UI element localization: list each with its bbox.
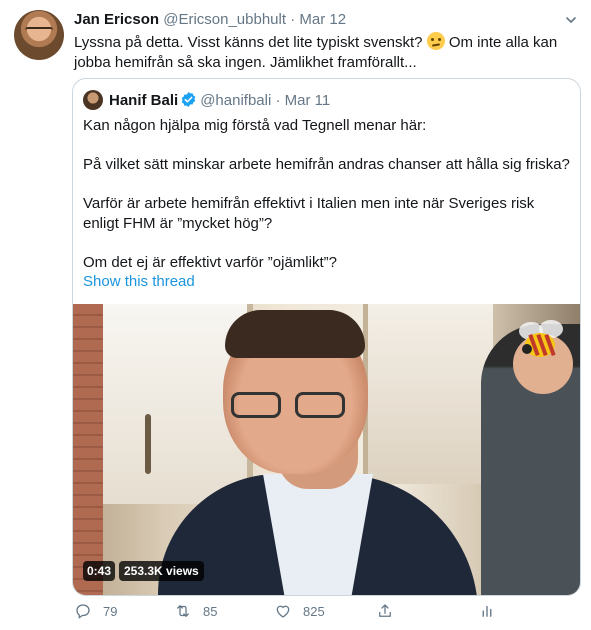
like-button[interactable]: 825 bbox=[274, 600, 325, 622]
tweet-header: Jan Ericson @Ericson_ubbhult · Mar 12 bbox=[74, 11, 346, 29]
avatar[interactable] bbox=[14, 10, 64, 60]
video-frame-window bbox=[363, 304, 493, 484]
reply-count: 79 bbox=[103, 603, 118, 619]
quoted-paragraph: På vilket sätt minskar arbete hemifrån a… bbox=[83, 156, 570, 173]
quoted-paragraph: Kan någon hjälpa mig förstå vad Tegnell … bbox=[83, 117, 427, 134]
quoted-header: Hanif Bali @hanifbali · Mar 11 bbox=[109, 91, 330, 110]
video-frame-glasses bbox=[231, 392, 349, 420]
reply-button[interactable]: 79 bbox=[74, 600, 117, 622]
video-frame-background bbox=[73, 304, 103, 595]
reply-icon bbox=[76, 604, 90, 619]
chevron-down-icon[interactable] bbox=[565, 14, 577, 26]
bee-emoji-icon bbox=[519, 320, 563, 357]
confused-face-icon bbox=[426, 32, 445, 50]
tweet-text: Lyssna på detta. Visst känns det lite ty… bbox=[74, 32, 574, 73]
heart-icon bbox=[276, 605, 290, 618]
tweet-date[interactable]: Mar 12 bbox=[299, 11, 346, 28]
tweet-text-part1: Lyssna på detta. Visst känns det lite ty… bbox=[74, 34, 423, 51]
retweet-button[interactable]: 85 bbox=[174, 600, 217, 622]
quoted-paragraph: Om det ej är effektivt varför ”ojämlikt”… bbox=[83, 254, 337, 271]
tweet-actions: 79 85 825 bbox=[74, 600, 514, 622]
quoted-tweet[interactable]: Hanif Bali @hanifbali · Mar 11 Kan någon … bbox=[72, 78, 581, 596]
verified-badge-icon bbox=[181, 92, 196, 107]
quoted-author-name[interactable]: Hanif Bali bbox=[109, 92, 178, 109]
like-count: 825 bbox=[303, 603, 325, 619]
tweet[interactable]: Jan Ericson @Ericson_ubbhult · Mar 12 Ly… bbox=[0, 0, 591, 630]
quoted-date[interactable]: Mar 11 bbox=[285, 92, 331, 109]
video-duration: 0:43 bbox=[83, 561, 116, 581]
quoted-text: Kan någon hjälpa mig förstå vad Tegnell … bbox=[83, 116, 573, 292]
separator: · bbox=[275, 92, 281, 109]
share-icon bbox=[379, 604, 391, 617]
video-frame-hair bbox=[225, 310, 365, 358]
video-views: 253.3K views bbox=[119, 561, 204, 581]
share-button[interactable] bbox=[376, 600, 394, 622]
show-thread-link[interactable]: Show this thread bbox=[83, 272, 195, 292]
quoted-author-handle[interactable]: @hanifbali bbox=[200, 92, 271, 109]
retweet-icon bbox=[177, 605, 189, 617]
retweet-count: 85 bbox=[203, 603, 218, 619]
video-frame-detail bbox=[145, 414, 151, 474]
separator: · bbox=[290, 11, 296, 28]
video-player[interactable]: 0:43 253.3K views bbox=[73, 304, 580, 595]
quoted-paragraph: Varför är arbete hemifrån effektivt i It… bbox=[83, 195, 535, 232]
author-handle[interactable]: @Ericson_ubbhult bbox=[163, 11, 286, 28]
analytics-button[interactable] bbox=[478, 600, 496, 622]
author-name[interactable]: Jan Ericson bbox=[74, 11, 159, 28]
quoted-avatar[interactable] bbox=[83, 90, 103, 110]
analytics-icon bbox=[482, 605, 492, 617]
